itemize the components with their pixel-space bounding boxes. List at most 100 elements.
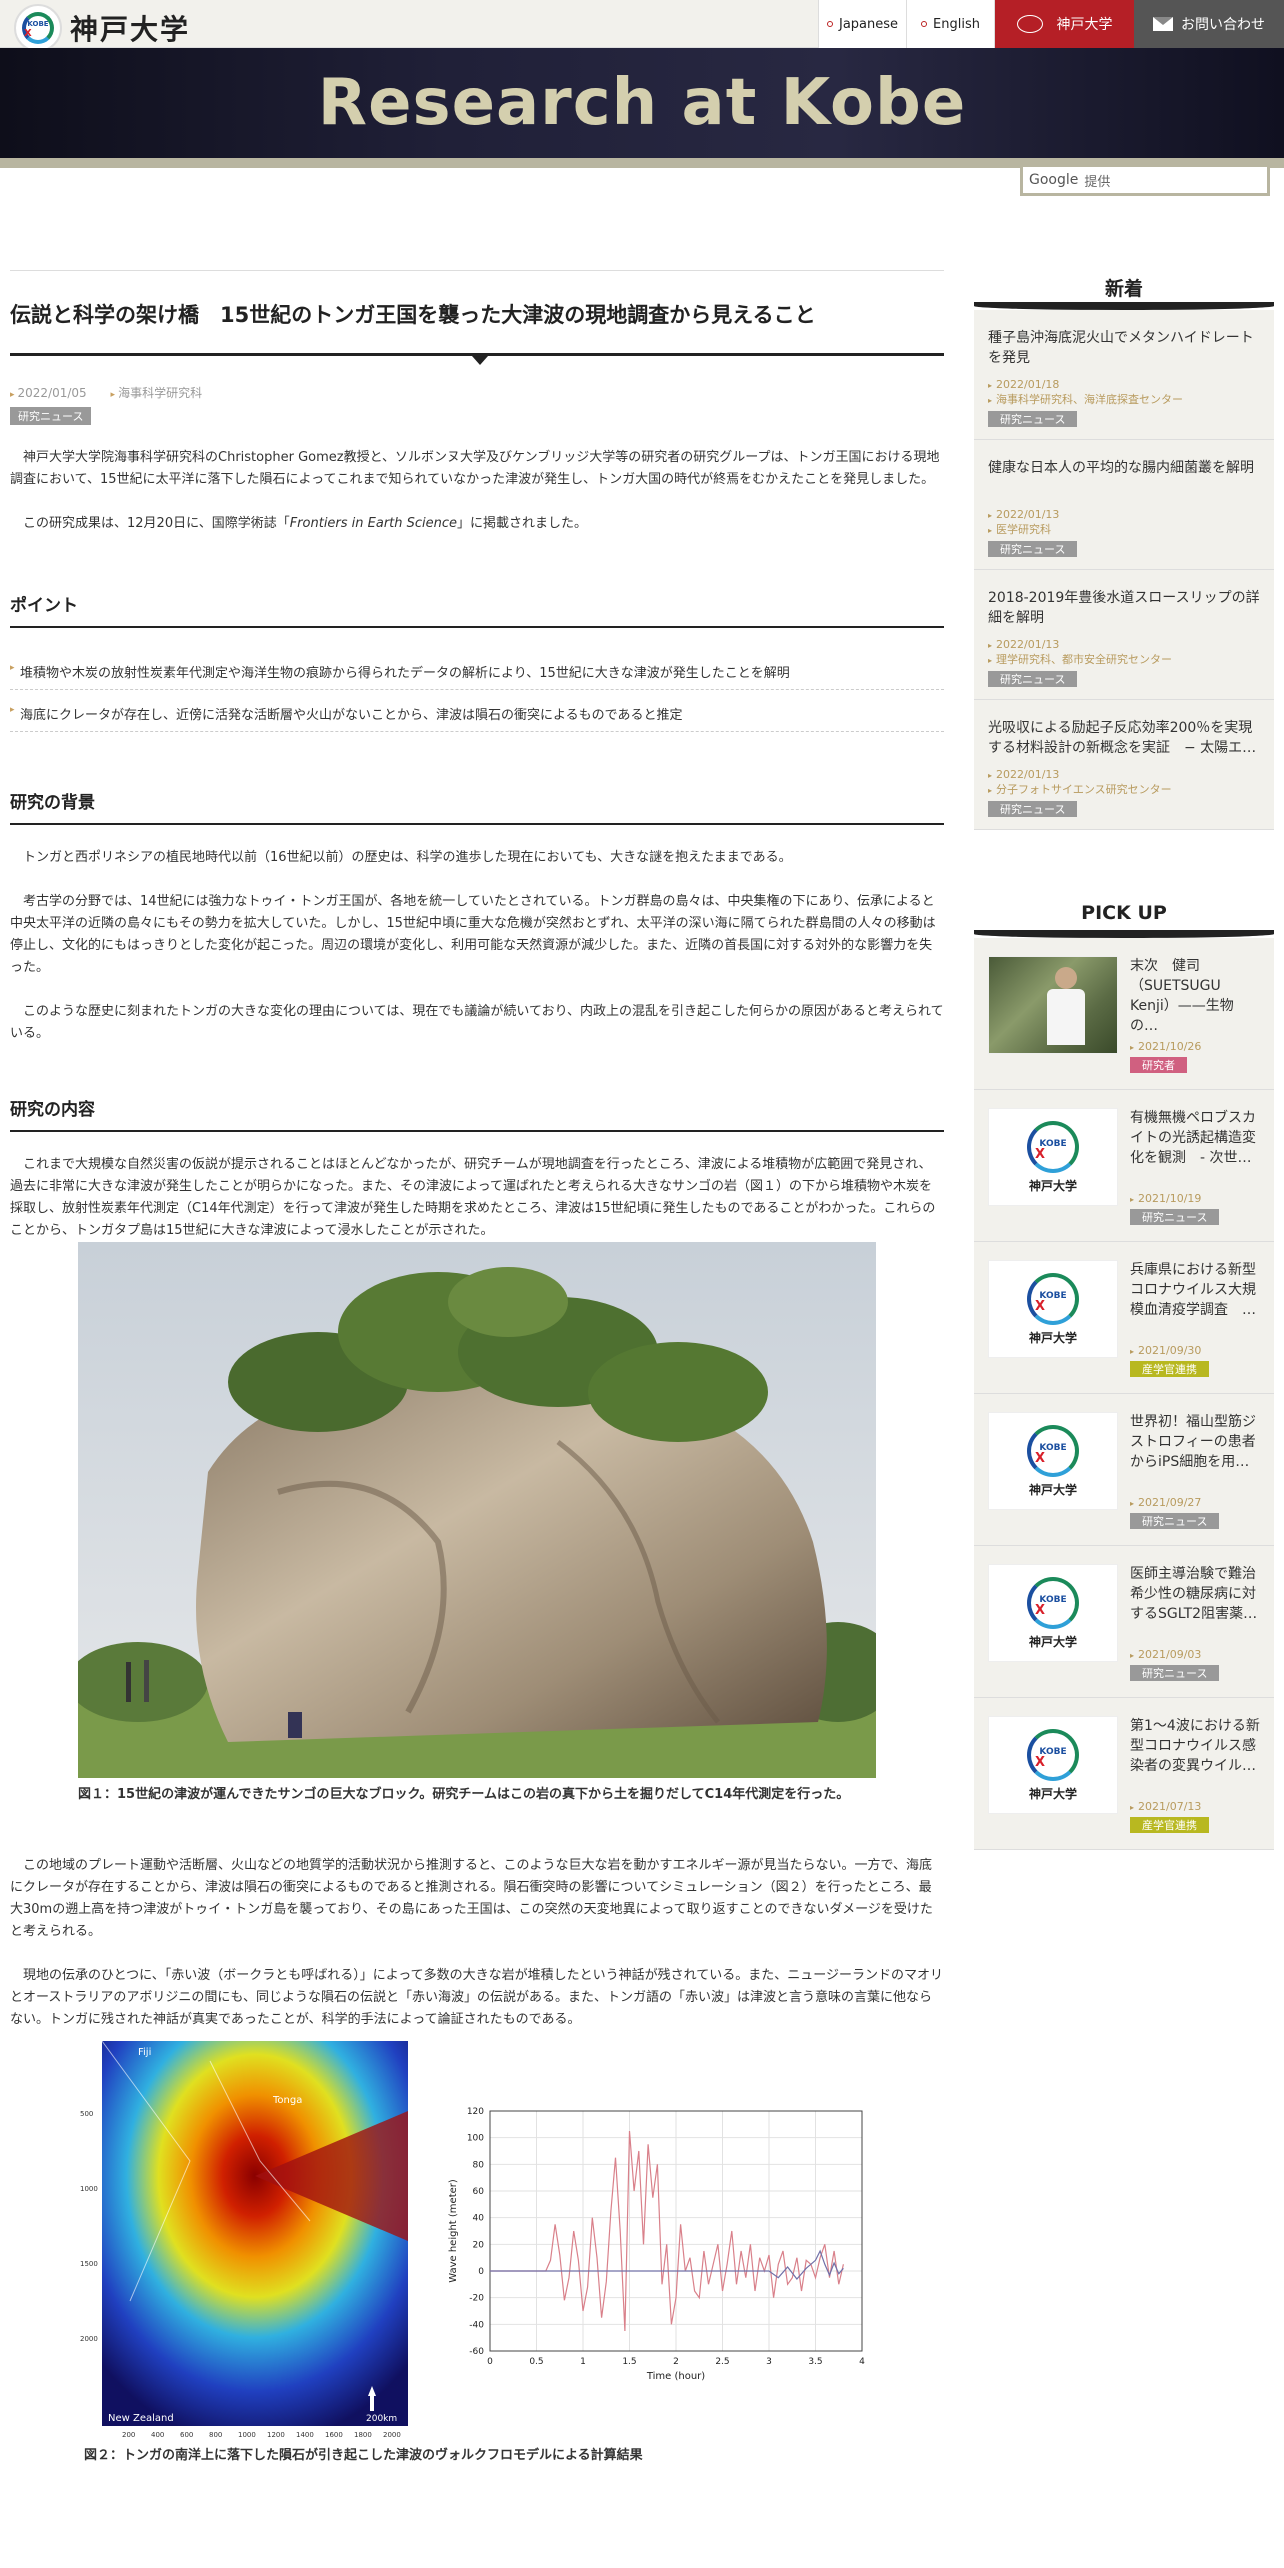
news-department: 海事科学研究科、海洋底探査センター: [988, 391, 1260, 407]
background-paragraph: トンガと西ポリネシアの植民地時代以前（16世紀以前）の歴史は、科学の進歩した現在…: [23, 850, 792, 865]
article-department[interactable]: 海事科学研究科: [118, 386, 202, 400]
chart-y-tick: 100: [467, 2134, 484, 2144]
thumbnail-name: 神戸大学: [1028, 1786, 1077, 1801]
content-paragraph: これまで大規模な自然災害の仮説が提示されることはほとんどなかったが、研究チームが…: [10, 1157, 936, 1238]
map-x-tick: 1200: [267, 2431, 285, 2439]
chart-x-tick: 4: [859, 2357, 865, 2367]
news-item[interactable]: 光吸収による励起子反応効率200％を実現する材料設計の新概念を実証 − 太陽エ……: [974, 700, 1274, 830]
news-title[interactable]: 健康な日本人の平均的な腸内細菌叢を解明: [988, 458, 1260, 498]
mail-icon: [1153, 17, 1173, 31]
pickup-title[interactable]: 有機無機ペロブスカイトの光誘起構造変化を観測 - 次世…: [1130, 1108, 1260, 1188]
sidebar: 新着 種子島沖海底泥火山でメタンハイドレートを発見 2022/01/18海事科学研…: [974, 260, 1274, 1850]
pickup-title[interactable]: 世界初！福山型筋ジストロフィーの患者からiPS細胞を用…: [1130, 1412, 1260, 1492]
pickup-title[interactable]: 兵庫県における新型コロナウイルス大規模血清疫学調査 …: [1130, 1260, 1260, 1340]
journal-name: Frontiers in Earth Science: [289, 516, 458, 531]
pickup-title[interactable]: 第1～4波における新型コロナウイルス感染者の変異ウイル…: [1130, 1716, 1260, 1796]
news-date: 2022/01/13: [988, 768, 1260, 781]
map-x-tick: 200: [122, 2431, 135, 2439]
map-y-tick: 1500: [80, 2260, 98, 2268]
map-x-ticks: 200 400 600 800 1000 1200 1400 1600 1800 2000: [122, 2431, 401, 2439]
pickup-item[interactable]: KOBEX 神戸大学 兵庫県における新型コロナウイルス大規模血清疫学調査 … 2021…: [974, 1242, 1274, 1394]
lang-japanese-label: Japanese: [838, 16, 899, 32]
chart-x-tick: 1: [580, 2357, 586, 2367]
map-x-tick: 800: [209, 2431, 222, 2439]
google-search-input[interactable]: Google 提供: [1020, 164, 1270, 196]
pickup-date: 2021/07/13: [1130, 1800, 1260, 1813]
news-tag[interactable]: 研究ニュース: [988, 411, 1078, 427]
site-logo[interactable]: KOBE X 神戸大学: [14, 4, 190, 52]
news-tag[interactable]: 研究ニュース: [988, 801, 1078, 817]
pickup-item[interactable]: KOBEX 神戸大学 第1～4波における新型コロナウイルス感染者の変異ウイル… 202…: [974, 1698, 1274, 1850]
researcher-photo[interactable]: [988, 956, 1118, 1054]
map-y-ticks: 500 1000 1500 2000: [80, 2110, 98, 2343]
news-date: 2022/01/18: [988, 378, 1260, 391]
kobe-logo-thumbnail[interactable]: KOBE X 神戸大学: [988, 1716, 1118, 1814]
figure2-caption: 図２：トンガの南洋上に落下した隕石が引き起こした津波のヴォルクフロモデルによる計…: [84, 2448, 643, 2463]
contact-button[interactable]: お問い合わせ: [1134, 0, 1284, 48]
pickup-item[interactable]: 末次 健司（SUETSUGU Kenji）——生物の… 2021/10/26 研究者: [974, 938, 1274, 1090]
kobe-university-logo-icon: KOBE X: [1027, 1424, 1079, 1477]
pickup-tag[interactable]: 産学官連携: [1130, 1817, 1209, 1833]
thumbnail-name: 神戸大学: [1028, 1330, 1077, 1345]
map-y-tick: 2000: [80, 2335, 98, 2343]
contact-label: お問い合わせ: [1181, 17, 1265, 33]
kobe-university-label: 神戸大学: [1056, 17, 1113, 33]
logo-text: 神戸大学: [70, 13, 191, 46]
pickup-item[interactable]: KOBEX 神戸大学 有機無機ペロブスカイトの光誘起構造変化を観測 - 次世… 202…: [974, 1090, 1274, 1242]
news-department: 分子フォトサイエンス研究センター: [988, 781, 1260, 797]
chart-x-tick: 3: [766, 2357, 772, 2367]
chart-x-tick: 2.5: [715, 2357, 729, 2367]
article-meta: ▸ 2022/01/05 ▸ 海事科学研究科: [10, 386, 203, 400]
chart-y-tick: 20: [473, 2240, 485, 2250]
lang-english-link[interactable]: English: [906, 0, 994, 48]
kobe-logo-thumbnail[interactable]: KOBE X 神戸大学: [988, 1260, 1118, 1358]
news-tag[interactable]: 研究ニュース: [988, 541, 1078, 557]
content-paragraph: この地域のプレート運動や活断層、火山などの地質学的活動状況から推測すると、このよ…: [10, 1858, 933, 1939]
map-scale-label: 200km: [366, 2414, 397, 2424]
top-bar: KOBE X 神戸大学 Japanese English 神戸大学 お問い合わせ: [0, 0, 1284, 52]
kobe-university-button[interactable]: 神戸大学: [994, 0, 1134, 48]
chart-y-tick: 120: [467, 2107, 484, 2117]
news-item[interactable]: 健康な日本人の平均的な腸内細菌叢を解明 2022/01/13医学研究科研究ニュース: [974, 440, 1274, 570]
intro-paragraph: 神戸大学大学院海事科学研究科のChristopher Gomez教授と、ソルボン…: [10, 450, 940, 487]
logo-mark-text: KOBE: [27, 20, 49, 28]
news-title[interactable]: 種子島沖海底泥火山でメタンハイドレートを発見: [988, 328, 1260, 368]
pickup-tag[interactable]: 研究者: [1130, 1057, 1187, 1073]
news-title[interactable]: 2018-2019年豊後水道スロースリップの詳細を解明: [988, 588, 1260, 628]
pickup-date: 2021/09/03: [1130, 1648, 1260, 1661]
news-tag[interactable]: 研究ニュース: [988, 671, 1078, 687]
new-articles-heading: 新着: [974, 260, 1274, 310]
kobe-logo-thumbnail[interactable]: KOBE X 神戸大学: [988, 1412, 1118, 1510]
chart-y-tick: 0: [478, 2267, 484, 2277]
map-x-tick: 600: [180, 2431, 193, 2439]
kobe-university-logo-icon: KOBE X: [1027, 1120, 1079, 1173]
coral-boulder-photo: [78, 1242, 876, 1778]
news-item[interactable]: 2018-2019年豊後水道スロースリップの詳細を解明 2022/01/13理学研…: [974, 570, 1274, 700]
news-department: 医学研究科: [988, 521, 1260, 537]
news-title[interactable]: 光吸収による励起子反応効率200％を実現する材料設計の新概念を実証 − 太陽エ…: [988, 718, 1260, 758]
pickup-title[interactable]: 医師主導治験で難治希少性の糖尿病に対するSGLT2阻害薬…: [1130, 1564, 1260, 1644]
pickup-item[interactable]: KOBEX 神戸大学 医師主導治験で難治希少性の糖尿病に対するSGLT2阻害薬… 20…: [974, 1546, 1274, 1698]
article-tag[interactable]: 研究ニュース: [10, 407, 92, 425]
banner-title: Research at Kobe: [317, 66, 967, 140]
map-x-tick: 1800: [354, 2431, 372, 2439]
thumbnail-name: 神戸大学: [1028, 1178, 1077, 1193]
pickup-tag[interactable]: 産学官連携: [1130, 1361, 1209, 1377]
pickup-tag[interactable]: 研究ニュース: [1130, 1513, 1220, 1529]
lang-japanese-link[interactable]: Japanese: [818, 0, 906, 48]
google-brand: Google: [1029, 172, 1079, 188]
map-label-fiji: Fiji: [138, 2047, 151, 2058]
pickup-item[interactable]: KOBEX 神戸大学 世界初！福山型筋ジストロフィーの患者からiPS細胞を用… 202…: [974, 1394, 1274, 1546]
map-y-tick: 500: [80, 2110, 93, 2118]
pickup-title[interactable]: 末次 健司（SUETSUGU Kenji）——生物の…: [1130, 956, 1260, 1036]
map-x-tick: 1400: [296, 2431, 314, 2439]
kobe-logo-thumbnail[interactable]: KOBE X 神戸大学: [988, 1108, 1118, 1206]
content-paragraph: 現地の伝承のひとつに、「赤い波（ボークラとも呼ばれる）」によって多数の大きな岩が…: [10, 1968, 944, 2027]
chart-x-tick: 2: [673, 2357, 679, 2367]
kobe-logo-thumbnail[interactable]: KOBE X 神戸大学: [988, 1564, 1118, 1662]
news-item[interactable]: 種子島沖海底泥火山でメタンハイドレートを発見 2022/01/18海事科学研究科、…: [974, 310, 1274, 440]
pickup-tag[interactable]: 研究ニュース: [1130, 1665, 1220, 1681]
chart-y-tick: -20: [469, 2294, 484, 2304]
article-date: 2022/01/05: [17, 386, 87, 400]
pickup-tag[interactable]: 研究ニュース: [1130, 1209, 1220, 1225]
